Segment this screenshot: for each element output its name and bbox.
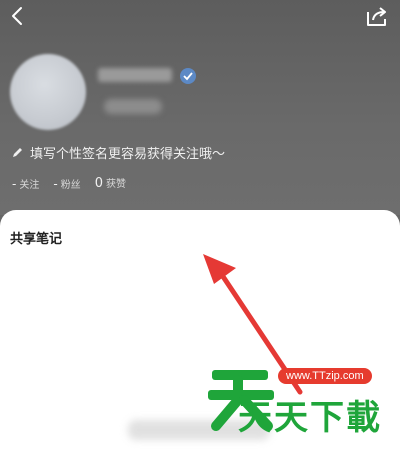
- stat-likes[interactable]: 0 获赞: [95, 175, 126, 191]
- signature-text: 填写个性签名更容易获得关注哦～: [30, 146, 226, 162]
- stat-likes-label: 获赞: [105, 179, 126, 190]
- verified-badge-icon: [180, 68, 196, 84]
- stat-following[interactable]: - 关注: [12, 176, 39, 191]
- watermark: www.TTzip.com 天天下載: [206, 360, 400, 454]
- pencil-icon: [13, 148, 22, 157]
- stat-followers-label: 粉丝: [60, 179, 81, 191]
- profile-header: 填写个性签名更容易获得关注哦～ - 关注 - 粉丝 0 获赞: [0, 0, 400, 215]
- avatar[interactable]: [10, 54, 86, 130]
- stat-following-value: -: [12, 176, 17, 191]
- stat-followers[interactable]: - 粉丝: [53, 176, 80, 191]
- stats-row: - 关注 - 粉丝 0 获赞: [12, 175, 140, 191]
- watermark-text: 天天下載: [238, 398, 382, 438]
- back-chevron-icon[interactable]: [6, 4, 30, 28]
- stat-likes-value: 0: [94, 176, 103, 191]
- stat-followers-value: -: [53, 176, 58, 191]
- stat-following-label: 关注: [19, 179, 40, 191]
- signature-row[interactable]: 填写个性签名更容易获得关注哦～: [12, 143, 226, 162]
- blurred-user-id: [104, 99, 162, 114]
- watermark-url: www.TTzip.com: [278, 368, 372, 384]
- share-icon[interactable]: [364, 5, 390, 29]
- sheet-title: 共享笔记: [10, 232, 63, 247]
- blurred-username: [98, 68, 172, 82]
